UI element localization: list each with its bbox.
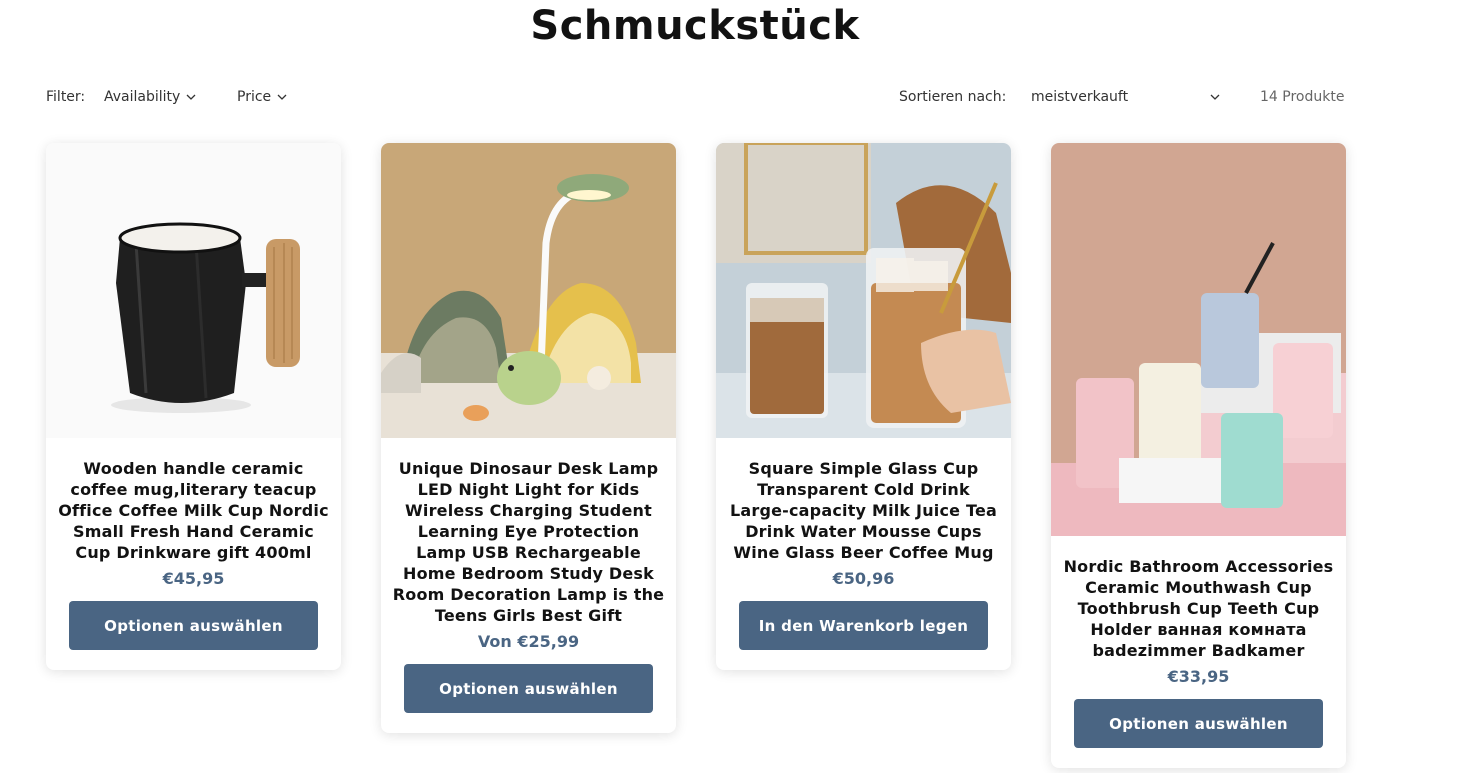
filter-price-label: Price: [237, 89, 272, 105]
chevron-down-icon: [185, 91, 197, 103]
product-price: €45,95: [162, 569, 225, 588]
facets-toolbar: Filter: Availability Price Sortieren nac…: [46, 86, 1346, 108]
sort-label: Sortieren nach:: [899, 89, 1007, 105]
chevron-down-icon: [276, 91, 288, 103]
sort-select-value: meistverkauft: [1031, 89, 1129, 105]
filter-label: Filter:: [46, 89, 86, 105]
filter-price[interactable]: Price: [237, 86, 288, 108]
filter-availability-label: Availability: [104, 89, 181, 105]
choose-options-button[interactable]: Optionen auswählen: [404, 664, 653, 713]
product-image-bathroom-cups[interactable]: [1051, 143, 1346, 536]
product-title[interactable]: Wooden handle ceramic coffee mug,literar…: [56, 458, 331, 563]
choose-options-button[interactable]: Optionen auswählen: [1074, 699, 1323, 748]
add-to-cart-button[interactable]: In den Warenkorb legen: [739, 601, 988, 650]
product-price: €50,96: [832, 569, 895, 588]
product-image-lamp[interactable]: [381, 143, 676, 438]
product-title[interactable]: Unique Dinosaur Desk Lamp LED Night Ligh…: [391, 458, 666, 626]
filter-availability[interactable]: Availability: [104, 86, 197, 108]
product-title[interactable]: Square Simple Glass Cup Transparent Cold…: [726, 458, 1001, 563]
product-price: Von €25,99: [477, 632, 580, 651]
product-card[interactable]: Square Simple Glass Cup Transparent Cold…: [716, 143, 1011, 670]
product-price: €33,95: [1167, 667, 1230, 686]
product-card[interactable]: Nordic Bathroom Accessories Ceramic Mout…: [1051, 143, 1346, 768]
product-count: 14 Produkte: [1260, 89, 1345, 105]
chevron-down-icon: [1209, 91, 1221, 103]
product-card[interactable]: Unique Dinosaur Desk Lamp LED Night Ligh…: [381, 143, 676, 733]
product-image-mug[interactable]: [46, 143, 341, 438]
page-title: Schmuckstück: [530, 3, 860, 49]
choose-options-button[interactable]: Optionen auswählen: [69, 601, 318, 650]
sort-select[interactable]: meistverkauft: [1031, 86, 1227, 108]
product-card[interactable]: Wooden handle ceramic coffee mug,literar…: [46, 143, 341, 670]
product-image-glass-cups[interactable]: [716, 143, 1011, 438]
product-title[interactable]: Nordic Bathroom Accessories Ceramic Mout…: [1061, 556, 1336, 661]
